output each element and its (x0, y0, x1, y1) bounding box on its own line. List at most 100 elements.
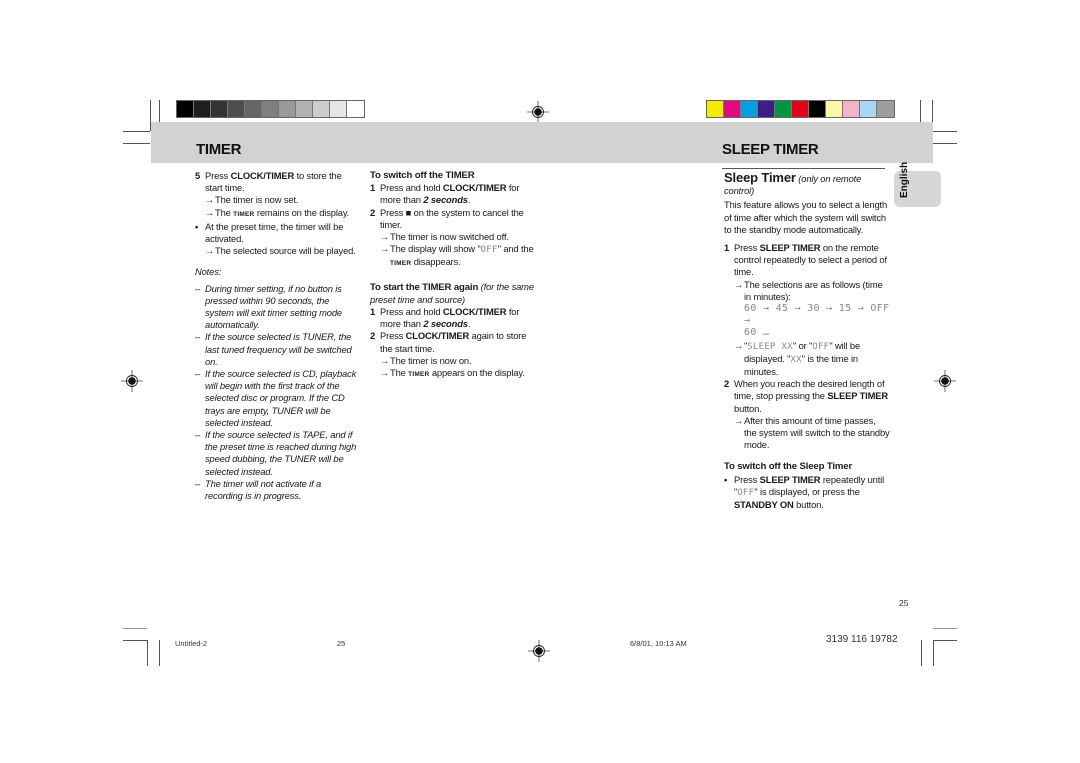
timer-column-2: To switch off the TIMER 1 Press and hold … (370, 170, 538, 381)
arrow-icon: → (734, 414, 744, 426)
arrow-icon: → (380, 243, 390, 255)
language-tab-label: English (899, 161, 910, 198)
lcd-off-text: OFF (480, 245, 498, 256)
grayscale-swatch (177, 101, 194, 117)
color-swatch (843, 101, 860, 117)
color-swatch (724, 101, 741, 117)
crop-mark (123, 143, 150, 144)
registration-mark-icon (528, 640, 550, 662)
arrow-icon: → (205, 194, 215, 206)
page-title-sleep-timer: SLEEP TIMER (722, 141, 819, 158)
crop-mark (123, 131, 150, 132)
step-2: 2 When you reach the desired length of ti… (724, 378, 889, 414)
crop-mark (159, 640, 160, 666)
grayscale-swatch (245, 101, 262, 117)
registration-mark-icon (934, 370, 956, 392)
grayscale-swatch (347, 101, 364, 117)
result-line: → The display will show "OFF" and the TIME… (380, 243, 534, 268)
intro-text: This feature allows you to select a leng… (724, 199, 888, 235)
arrow-icon: → (380, 367, 390, 379)
arrow-icon: → (380, 354, 390, 366)
arrow-icon: → (205, 245, 215, 257)
color-swatch (775, 101, 792, 117)
color-swatch (707, 101, 724, 117)
registration-mark-icon (527, 101, 549, 123)
step-1: 1 Press and hold CLOCK/TIMER for more tha… (370, 306, 520, 330)
sleep-timer-title: Sleep Timer (only on remote control) (724, 170, 862, 197)
crop-mark (933, 640, 934, 666)
result-line: → "SLEEP XX" or "OFF" will be displayed. … (734, 339, 861, 378)
timer-indicator: TIMER (233, 210, 255, 218)
arrow-icon: → (734, 278, 744, 290)
step-2: 2 Press ■ on the system to cancel the tim… (370, 206, 524, 230)
footer-filename: Untitled-2 (175, 639, 208, 648)
timer-indicator: TIMER (390, 260, 412, 268)
crop-mark (932, 143, 957, 144)
footer-timestamp: 6/8/01, 10:13 AM (630, 639, 687, 648)
note-item: – If the source selected is TUNER, the la… (195, 331, 352, 367)
bullet-item: • At the preset time, the timer will be a… (195, 220, 344, 245)
sleep-timer-column: Sleep Timer (only on remote control) Thi… (724, 170, 890, 511)
step-1: 1 Press SLEEP TIMER on the remote control… (724, 242, 887, 278)
grayscale-swatch-bar (176, 100, 365, 118)
step-5: 5 Press CLOCK/TIMER to store the start ti… (195, 170, 342, 194)
arrow-icon: → (380, 231, 390, 243)
result-line: → The timer is now on. (380, 354, 472, 366)
timer-column-1: 5 Press CLOCK/TIMER to store the start ti… (195, 170, 360, 502)
page-number: 25 (899, 598, 909, 608)
result-line: → The selections are as follows (time in … (734, 278, 883, 302)
arrow-icon: → (205, 206, 215, 218)
result-line: → The timer is now switched off. (380, 231, 509, 243)
color-swatch (860, 101, 877, 117)
bullet-icon: • (195, 220, 199, 232)
note-item: – If the source selected is TAPE, and if … (195, 429, 357, 477)
grayscale-swatch (262, 101, 279, 117)
start-timer-heading: To start the TIMER again (for the same p… (370, 280, 534, 305)
crop-mark (933, 628, 957, 629)
switch-off-timer-heading: To switch off the TIMER (370, 170, 475, 181)
crop-mark (921, 640, 922, 666)
color-swatch (826, 101, 843, 117)
step-1: 1 Press and hold CLOCK/TIMER for more tha… (370, 182, 520, 206)
note-item: – During timer setting, if no button is p… (195, 282, 342, 331)
switch-off-sleep-heading: To switch off the Sleep Timer (724, 461, 853, 473)
result-line: → The timer is now set. (205, 194, 299, 206)
note-item: – If the source selected is CD, playback … (195, 368, 357, 428)
crop-mark (932, 131, 957, 132)
note-item: – The timer will not activate if a record… (195, 477, 322, 502)
clock-timer-key: CLOCK/TIMER (230, 170, 295, 181)
step-2: 2 Press CLOCK/TIMER again to store the st… (370, 330, 527, 354)
color-swatch (792, 101, 809, 117)
notes-label: Notes: (195, 266, 222, 278)
color-swatch-bar (706, 100, 895, 118)
result-line: → After this amount of time passes, the s… (734, 414, 890, 451)
result-line: → The selected source will be played. (205, 245, 356, 257)
result-line: → The TIMER appears on the display. (380, 367, 525, 379)
bullet-icon: • (724, 473, 728, 485)
grayscale-swatch (279, 101, 296, 117)
grayscale-swatch (296, 101, 313, 117)
color-swatch (877, 101, 894, 117)
page-title-timer: TIMER (196, 141, 242, 158)
registration-mark-icon (121, 370, 143, 392)
color-swatch (809, 101, 826, 117)
crop-mark (147, 640, 148, 666)
grayscale-swatch (330, 101, 347, 117)
color-swatch (758, 101, 775, 117)
bullet-item: • Press SLEEP TIMER repeatedly until "OFF… (724, 473, 885, 511)
grayscale-swatch (194, 101, 211, 117)
result-line: → The TIMER remains on the display. (205, 206, 350, 218)
crop-mark (933, 640, 957, 641)
sleep-sequence: 60 → 45 → 30 → 15 → OFF → 60 … (744, 303, 890, 339)
timer-indicator: TIMER (408, 371, 430, 379)
color-swatch (741, 101, 758, 117)
footer-page: 25 (337, 639, 346, 648)
grayscale-swatch (228, 101, 245, 117)
arrow-icon: → (734, 339, 744, 351)
grayscale-swatch (211, 101, 228, 117)
grayscale-swatch (313, 101, 330, 117)
section-rule (722, 168, 885, 169)
crop-mark (123, 640, 148, 641)
footer-doc-code: 3139 116 19782 (826, 634, 898, 645)
language-tab: English (894, 162, 941, 207)
